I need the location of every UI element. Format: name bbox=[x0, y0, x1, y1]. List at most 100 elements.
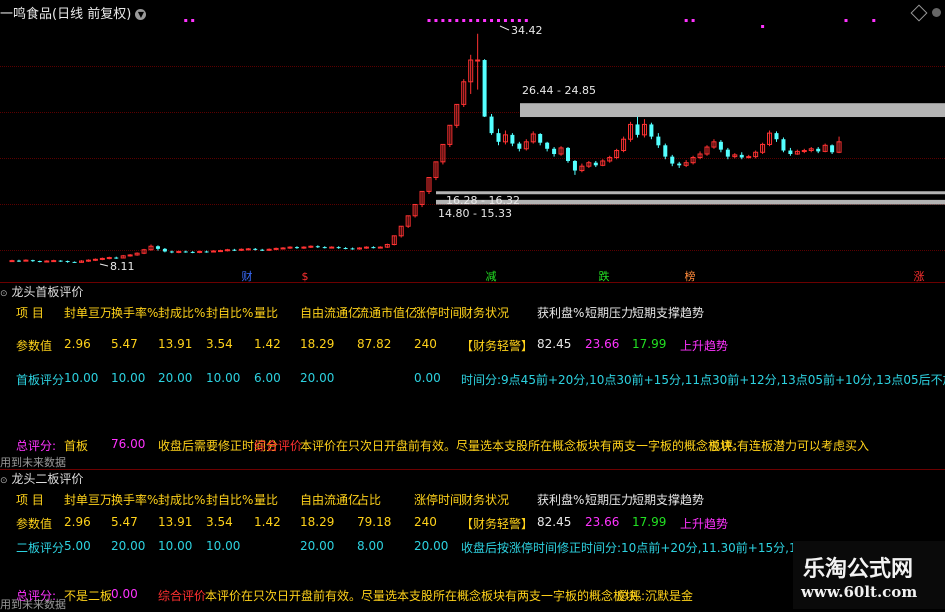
panel1-param-value: 2.96 bbox=[64, 337, 91, 351]
candle-body bbox=[572, 160, 577, 171]
panel2-param-value: 13.91 bbox=[158, 515, 193, 529]
resistance-band-label: 26.44 - 24.85 bbox=[522, 84, 596, 97]
candle-body bbox=[350, 248, 355, 250]
panel1-header-free-float: 自由流通亿 bbox=[300, 306, 361, 320]
panel2-title[interactable]: ⊙ 龙头二板评价 bbox=[0, 470, 83, 488]
panel2-param-value: 1.42 bbox=[254, 515, 281, 529]
panel2-total-value: 0.00 bbox=[111, 587, 138, 601]
panel2-param-value: 18.29 bbox=[300, 515, 335, 529]
panel1-score-value: 20.00 bbox=[300, 371, 335, 385]
signal-dot bbox=[441, 19, 445, 22]
signal-dot bbox=[761, 25, 765, 28]
event-marker: $ bbox=[302, 270, 309, 282]
candle-body bbox=[774, 133, 779, 140]
panel1-header-seal-free-ratio: 封自比% bbox=[206, 306, 254, 320]
candle-body bbox=[266, 248, 272, 251]
signal-dot bbox=[469, 19, 473, 22]
candle-body bbox=[377, 246, 383, 249]
chart-area[interactable]: 8.11 34.42 26.44 - 24.85 16.28 - 16.32 14.80… bbox=[0, 0, 945, 282]
panel1-param-value: 13.91 bbox=[158, 337, 193, 351]
panel1-param-value: 18.29 bbox=[300, 337, 335, 351]
panel2-header-trend: 趋势 bbox=[680, 493, 705, 507]
candlestick-chart: 8.11 34.42 26.44 - 24.85 16.28 - 16.3214.80… bbox=[9, 19, 945, 282]
panel2-score-value: 10.00 bbox=[206, 539, 241, 553]
candle-body bbox=[301, 246, 307, 249]
panel2-finance-status: 【财务轻警】 bbox=[461, 517, 534, 531]
signal-dot bbox=[191, 19, 195, 22]
panel2-param-value: 3.54 bbox=[206, 515, 233, 529]
signal-dot bbox=[434, 19, 438, 22]
candle-body bbox=[169, 251, 174, 253]
candle-body bbox=[245, 248, 251, 251]
candle-body bbox=[65, 261, 70, 263]
candle-body bbox=[30, 260, 35, 262]
candle-body bbox=[677, 163, 682, 166]
panel2-param-value: 240 bbox=[414, 515, 437, 529]
candle-body bbox=[656, 136, 661, 146]
watermark-url: www.60lt.com bbox=[801, 583, 918, 601]
candle-body bbox=[253, 248, 258, 250]
panel1-header-trend: 趋势 bbox=[680, 306, 705, 320]
panel2-header-volume-ratio: 量比 bbox=[254, 493, 279, 507]
panel2-trend-value: 上升趋势 bbox=[680, 517, 729, 531]
panel1-header-limit-time: 涨停时间 bbox=[414, 306, 463, 320]
panel1-param-value: 3.54 bbox=[206, 337, 233, 351]
candle-body bbox=[308, 245, 314, 248]
candle-body bbox=[496, 133, 501, 142]
candle-body bbox=[287, 246, 293, 249]
candle-body bbox=[190, 251, 195, 253]
candle-body bbox=[218, 250, 223, 253]
event-marker: 跌 bbox=[599, 269, 610, 282]
candle-body bbox=[23, 259, 29, 262]
panel1-header-float-mcap: 流通市值亿 bbox=[357, 306, 418, 320]
signal-dot bbox=[691, 19, 695, 22]
event-marker: 财 bbox=[242, 269, 253, 282]
high-price-pointer bbox=[499, 25, 510, 31]
candle-body bbox=[482, 60, 487, 117]
chart-title: 一鸣食品(日线 前复权) ▼ bbox=[0, 3, 147, 22]
panel1-param-value: 87.82 bbox=[357, 337, 392, 351]
panel1-header-support: 短期支撑 bbox=[632, 306, 681, 320]
panel2-header-ratio: 占比 bbox=[357, 493, 382, 507]
signal-dot bbox=[455, 19, 459, 22]
panel1-title[interactable]: ⊙ 龙头首板评价 bbox=[0, 283, 83, 301]
signal-dot bbox=[872, 19, 876, 22]
candle-body bbox=[204, 251, 209, 253]
scroll-button[interactable] bbox=[932, 8, 941, 17]
signal-dot bbox=[524, 19, 528, 22]
candle-body bbox=[781, 139, 786, 151]
candle-body bbox=[280, 247, 286, 250]
panel2-header-finance: 财务状况 bbox=[461, 493, 510, 507]
panel2-param-value: 5.47 bbox=[111, 515, 138, 529]
candle-body bbox=[343, 247, 348, 249]
candle-body bbox=[44, 260, 50, 263]
signal-dot bbox=[184, 19, 188, 22]
candle-body bbox=[517, 143, 522, 149]
chevron-down-circle-icon[interactable]: ▼ bbox=[135, 9, 147, 20]
candle-body bbox=[649, 124, 654, 137]
panel1-header-turnover: 换手率% bbox=[111, 306, 159, 320]
panel2-header-seal-amount: 封单亘万 bbox=[64, 493, 113, 507]
candle-body bbox=[51, 260, 57, 263]
candle-body bbox=[816, 148, 821, 152]
candle-body bbox=[224, 249, 230, 252]
candle-body bbox=[176, 250, 182, 253]
panel1-pressure-value: 23.66 bbox=[585, 337, 620, 351]
panel1-score-value: 10.00 bbox=[111, 371, 146, 385]
panel2-header-turnover: 换手率% bbox=[111, 493, 159, 507]
candle-body bbox=[830, 145, 835, 153]
panel2-header-profit: 获利盘% bbox=[537, 493, 585, 507]
panel1-param-label: 参数值 bbox=[16, 339, 53, 353]
panel1-header-item: 项 目 bbox=[16, 306, 44, 320]
panel2-header-item: 项 目 bbox=[16, 493, 44, 507]
resistance-band bbox=[520, 103, 945, 118]
panel1-header-pressure: 短期压力 bbox=[585, 306, 634, 320]
candle-body bbox=[315, 246, 320, 248]
signal-dot bbox=[517, 19, 521, 22]
candle-body bbox=[635, 124, 640, 135]
panel2-note-d: 总评:沉默是金 bbox=[617, 589, 694, 603]
panel2-param-value: 2.96 bbox=[64, 515, 91, 529]
panel1-header-profit: 获利盘% bbox=[537, 306, 585, 320]
signal-dot bbox=[503, 19, 507, 22]
panel1-score-label: 首板评分 bbox=[16, 373, 65, 387]
